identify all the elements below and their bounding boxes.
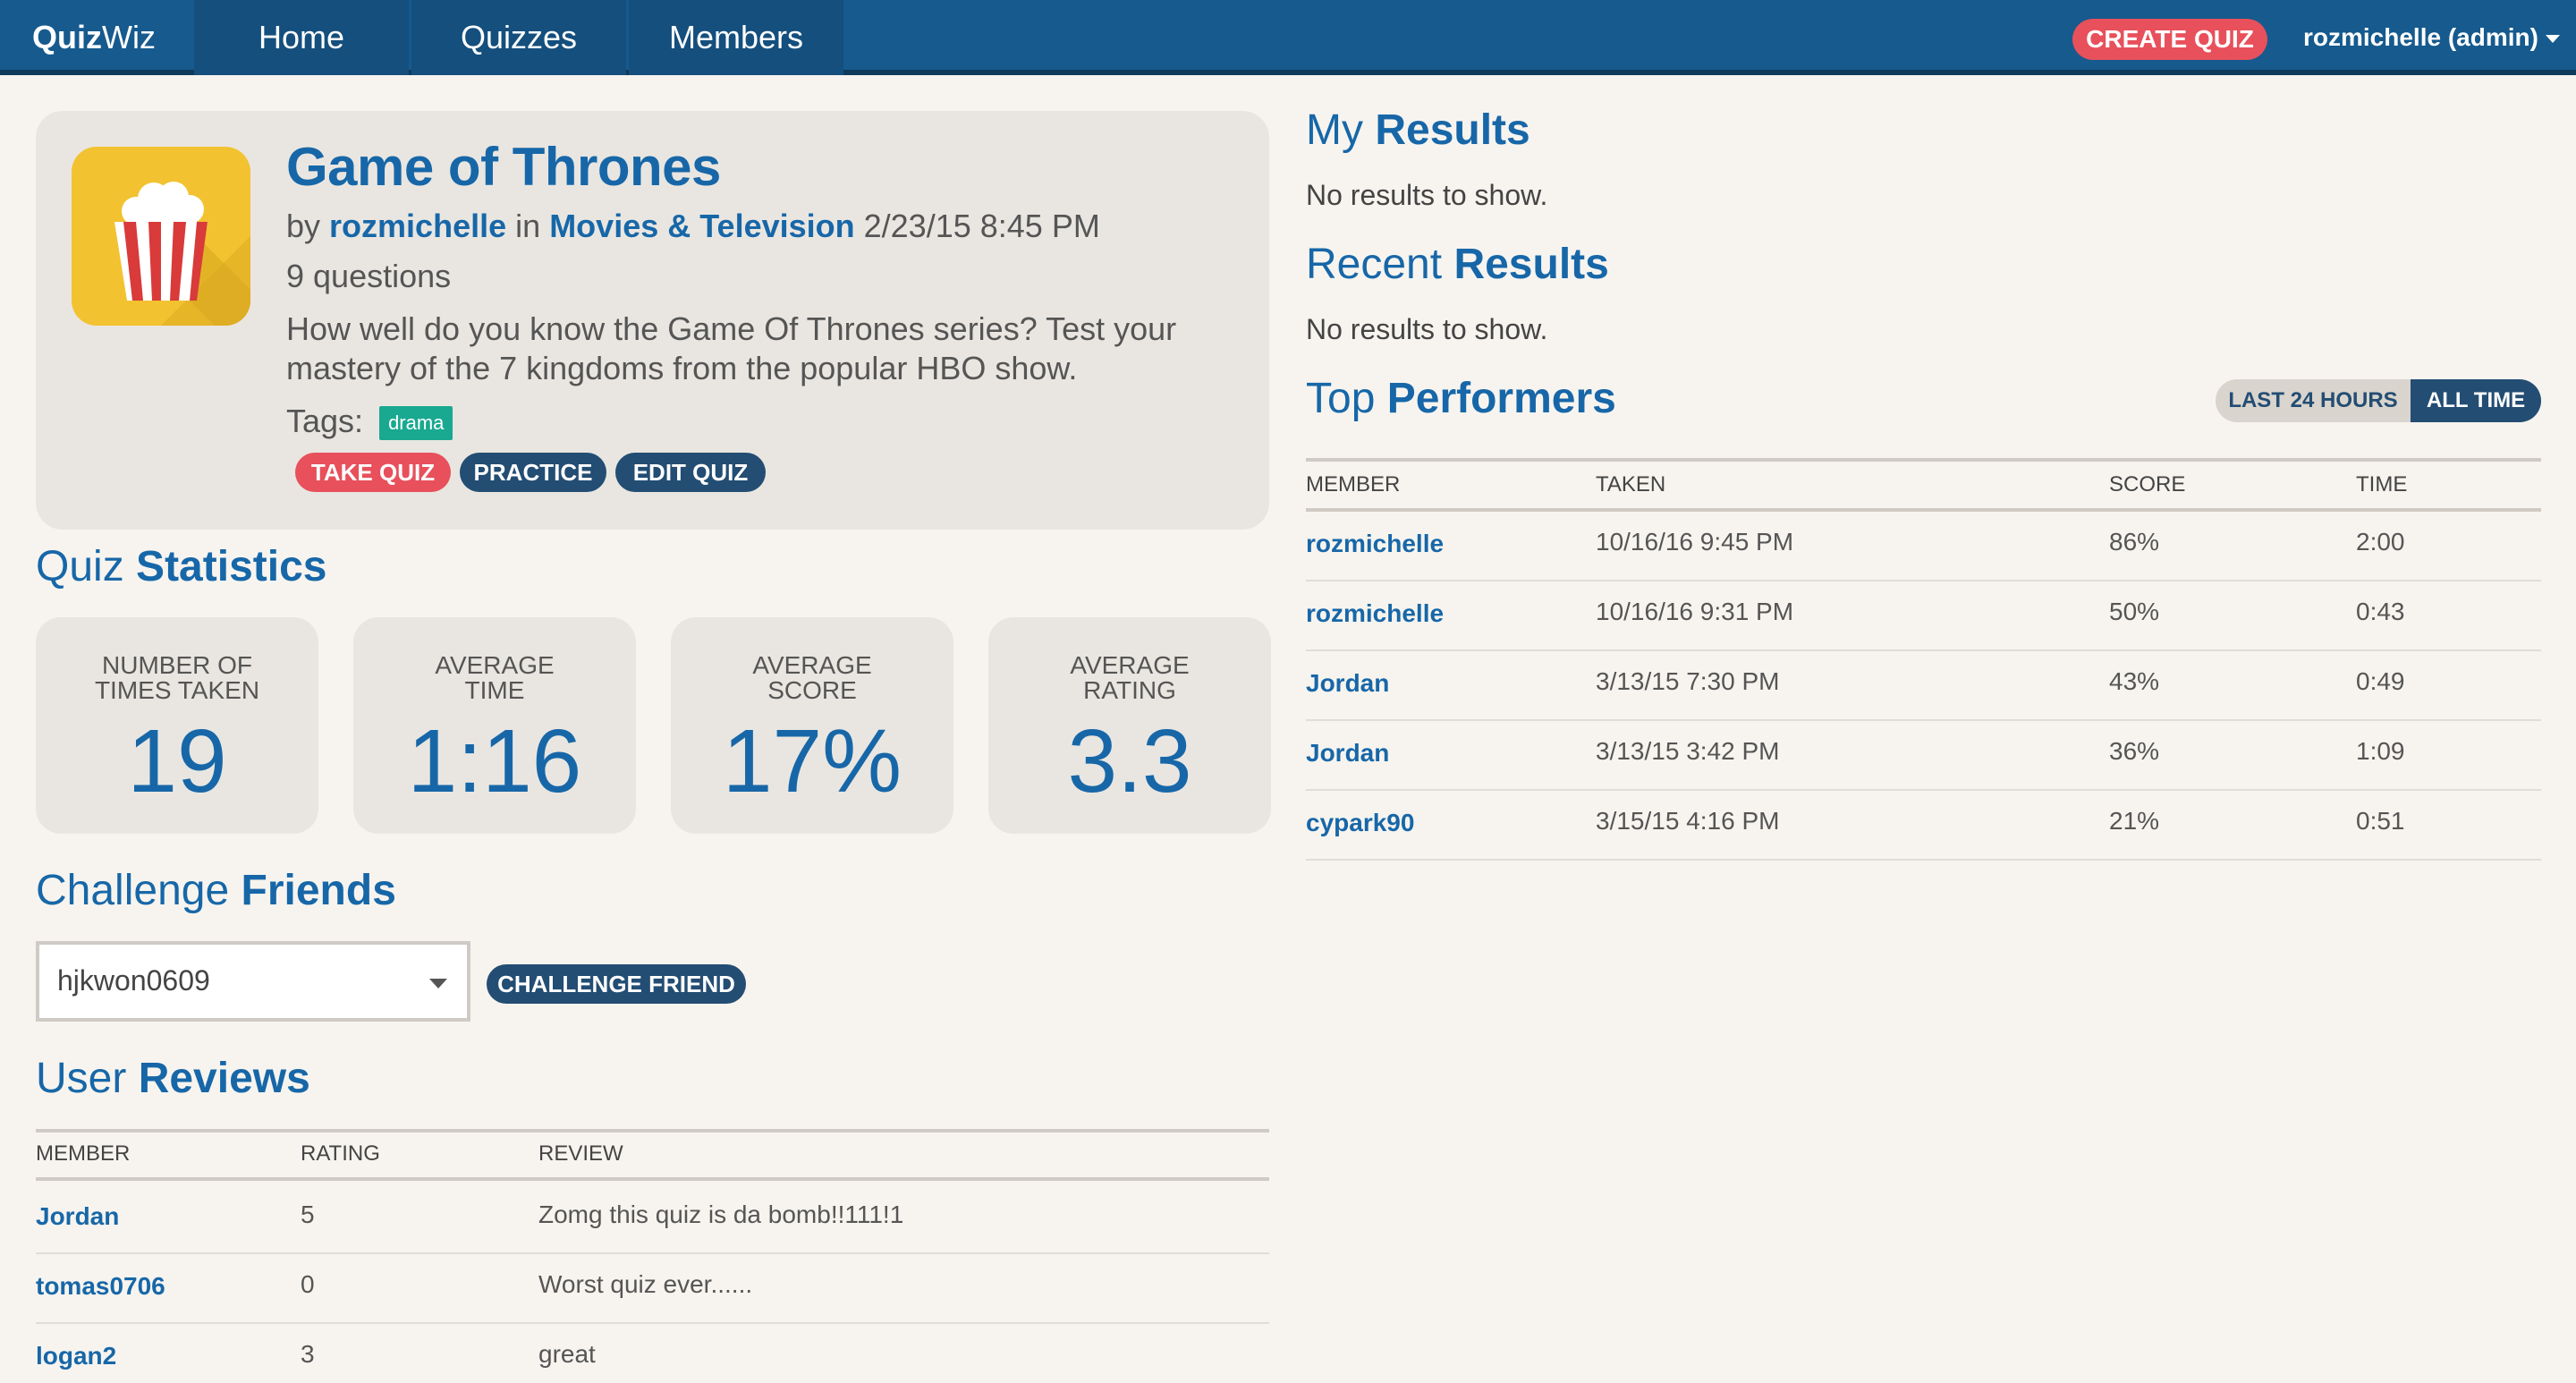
top-performers-heading: Top Performers [1306,375,1616,422]
challenge-friends-heading: Challenge Friends [36,867,396,914]
nav-home[interactable]: Home [194,0,409,75]
performer-score: 86% [2109,528,2160,556]
review-rating: 3 [301,1340,315,1368]
performer-member-link[interactable]: cypark90 [1306,809,1414,837]
quiz-meta: by rozmichelle in Movies & Television 2/… [286,208,1100,244]
stat-times-taken: NUMBER OF TIMES TAKEN 19 [36,617,318,834]
table-rule [36,1129,1269,1133]
performer-member-link[interactable]: Jordan [1306,669,1389,698]
my-results-empty: No results to show. [1306,179,1548,211]
category-link[interactable]: Movies & Television [549,208,854,244]
performer-taken: 10/16/16 9:31 PM [1596,598,1794,625]
row-divider [1306,580,2541,581]
toggle-all-time[interactable]: ALL TIME [2411,379,2541,422]
column-header: SCORE [2109,472,2186,496]
friend-select[interactable]: hjkwon0609 [36,941,470,1022]
row-divider [36,1252,1269,1254]
stat-average-rating: AVERAGE RATING 3.3 [988,617,1271,834]
quiz-title: Game of Thrones [286,137,721,197]
row-divider [1306,649,2541,651]
stat-average-time: AVERAGE TIME 1:16 [353,617,636,834]
dropdown-arrow-icon [429,979,447,988]
performer-member-link[interactable]: rozmichelle [1306,599,1444,628]
performer-score: 50% [2109,598,2160,625]
table-rule [1306,458,2541,462]
review-member-link[interactable]: tomas0706 [36,1272,165,1301]
performer-score: 21% [2109,807,2160,835]
performer-taken: 10/16/16 9:45 PM [1596,528,1794,556]
user-menu[interactable]: rozmichelle (admin) [2303,0,2560,75]
toggle-last-24-hours[interactable]: LAST 24 HOURS [2216,379,2411,422]
performer-taken: 3/15/15 4:16 PM [1596,807,1780,835]
performer-member-link[interactable]: rozmichelle [1306,530,1444,558]
recent-results-empty: No results to show. [1306,313,1548,345]
top-performers-table: MEMBER TAKEN SCORE TIME rozmichelle 10/1… [1306,458,2541,861]
row-divider [36,1322,1269,1324]
column-header: MEMBER [36,1141,131,1166]
performer-time: 2:00 [2356,528,2405,556]
stat-value: 3.3 [1067,711,1192,811]
row-divider [1306,859,2541,861]
review-rating: 0 [301,1270,315,1298]
quiz-date: 2/23/15 8:45 PM [863,208,1100,244]
review-text: Worst quiz ever...... [538,1270,753,1298]
column-header: TIME [2356,472,2408,496]
author-link[interactable]: rozmichelle [329,208,506,244]
stat-label: AVERAGE TIME [435,651,555,704]
quiz-statistics-heading: Quiz Statistics [36,543,327,590]
edit-quiz-button[interactable]: EDIT QUIZ [615,453,766,492]
recent-results-heading: Recent Results [1306,241,1609,288]
popcorn-icon [72,147,250,326]
column-header: REVIEW [538,1141,623,1166]
brand-logo[interactable]: QuizWiz [0,0,194,75]
nav-members[interactable]: Members [629,0,843,75]
review-member-link[interactable]: logan2 [36,1342,116,1370]
table-rule [1306,508,2541,512]
friend-select-value: hjkwon0609 [57,964,210,997]
row-divider [1306,789,2541,791]
performer-member-link[interactable]: Jordan [1306,739,1389,768]
stat-label: AVERAGE SCORE [752,651,872,704]
question-count: 9 questions [286,258,452,294]
stat-average-score: AVERAGE SCORE 17% [671,617,953,834]
take-quiz-button[interactable]: TAKE QUIZ [295,453,451,492]
performer-taken: 3/13/15 3:42 PM [1596,737,1780,765]
performer-time: 0:51 [2356,807,2405,835]
reviews-table: MEMBER RATING REVIEW Jordan 5 Zomg this … [36,1129,1269,1383]
stat-value: 17% [722,711,902,811]
table-rule [36,1177,1269,1181]
row-divider [1306,719,2541,721]
review-rating: 5 [301,1201,315,1228]
performer-time: 0:43 [2356,598,2405,625]
stat-label: AVERAGE RATING [1070,651,1190,704]
user-menu-label: rozmichelle (admin) [2303,23,2538,51]
column-header: TAKEN [1596,472,1666,496]
stat-label: NUMBER OF TIMES TAKEN [94,651,260,704]
performer-taken: 3/13/15 7:30 PM [1596,667,1780,695]
user-reviews-heading: User Reviews [36,1055,310,1102]
practice-button[interactable]: PRACTICE [460,453,606,492]
stat-value: 1:16 [407,711,582,811]
column-header: MEMBER [1306,472,1401,496]
quiz-info-card: Game of Thrones by rozmichelle in Movies… [36,111,1269,530]
performer-time: 1:09 [2356,737,2405,765]
review-text: great [538,1340,596,1368]
caret-down-icon [2545,35,2560,44]
performer-time: 0:49 [2356,667,2405,695]
time-range-toggle: LAST 24 HOURS ALL TIME [2216,379,2541,422]
my-results-heading: My Results [1306,106,1530,154]
quiz-description: How well do you know the Game Of Thrones… [286,310,1177,386]
create-quiz-button[interactable]: CREATE QUIZ [2072,19,2267,60]
column-header: RATING [301,1141,380,1166]
top-nav: QuizWiz Home Quizzes Members CREATE QUIZ… [0,0,2576,75]
performer-score: 43% [2109,667,2160,695]
challenge-friend-button[interactable]: CHALLENGE FRIEND [487,964,746,1004]
quiz-tags: Tags: drama [286,403,453,441]
performer-score: 36% [2109,737,2160,765]
review-text: Zomg this quiz is da bomb!!111!1 [538,1201,904,1228]
stat-value: 19 [127,711,227,811]
review-member-link[interactable]: Jordan [36,1202,119,1231]
tag-drama[interactable]: drama [379,406,453,441]
nav-quizzes[interactable]: Quizzes [411,0,626,75]
